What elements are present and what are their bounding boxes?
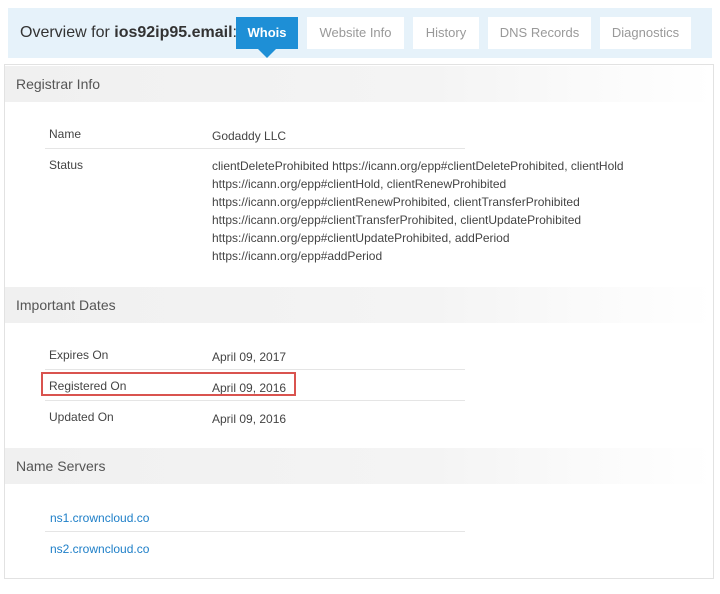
- section-registrar-info: Registrar Info: [5, 66, 713, 102]
- status-line: https://icann.org/epp#clientTransferProh…: [212, 213, 582, 227]
- nameserver-link[interactable]: ns1.crowncloud.co: [50, 511, 149, 525]
- registered-date-highlight-box: [41, 372, 296, 396]
- status-line: https://icann.org/epp#addPeriod: [212, 249, 383, 263]
- tab-dns-records[interactable]: DNS Records: [488, 17, 591, 49]
- tab-whois-label: Whois: [247, 25, 287, 40]
- tab-history[interactable]: History: [413, 17, 479, 49]
- whois-panel: Registrar Info Name Godaddy LLC Status c…: [4, 64, 714, 579]
- active-tab-caret-icon: [258, 49, 276, 58]
- registrar-name-value: Godaddy LLC: [212, 129, 287, 143]
- status-line: https://icann.org/epp#clientHold, client…: [212, 177, 507, 191]
- updated-label: Updated On: [49, 410, 114, 424]
- tab-diagnostics[interactable]: Diagnostics: [600, 17, 691, 49]
- section-name-servers: Name Servers: [5, 448, 713, 484]
- overview-prefix: Overview for: [20, 24, 115, 41]
- registrar-status-value: clientDeleteProhibited https://icann.org…: [212, 157, 652, 265]
- tab-diagnostics-label: Diagnostics: [611, 25, 680, 40]
- domain-name: ios92ip95.email: [114, 24, 233, 41]
- page-title: Overview for ios92ip95.email:: [20, 24, 237, 42]
- tab-website-info[interactable]: Website Info: [307, 17, 404, 49]
- divider: [45, 369, 465, 370]
- registrar-name-label: Name: [49, 127, 82, 141]
- section-important-dates: Important Dates: [5, 287, 713, 323]
- status-line: clientDeleteProhibited https://icann.org…: [212, 159, 624, 173]
- expires-value: April 09, 2017: [212, 350, 287, 364]
- overview-header: Overview for ios92ip95.email: Whois Webs…: [8, 8, 712, 58]
- tab-history-label: History: [425, 25, 467, 40]
- divider: [45, 531, 465, 532]
- divider: [45, 148, 465, 149]
- expires-label: Expires On: [49, 348, 109, 362]
- tab-website-info-label: Website Info: [319, 25, 392, 40]
- status-line: https://icann.org/epp#clientUpdateProhib…: [212, 231, 510, 245]
- status-line: https://icann.org/epp#clientRenewProhibi…: [212, 195, 580, 209]
- tab-whois[interactable]: Whois: [236, 17, 298, 58]
- updated-value: April 09, 2016: [212, 412, 287, 426]
- registrar-status-label: Status: [49, 158, 84, 172]
- nameserver-link[interactable]: ns2.crowncloud.co: [50, 542, 149, 556]
- tab-dns-records-label: DNS Records: [499, 25, 580, 40]
- divider: [45, 400, 465, 401]
